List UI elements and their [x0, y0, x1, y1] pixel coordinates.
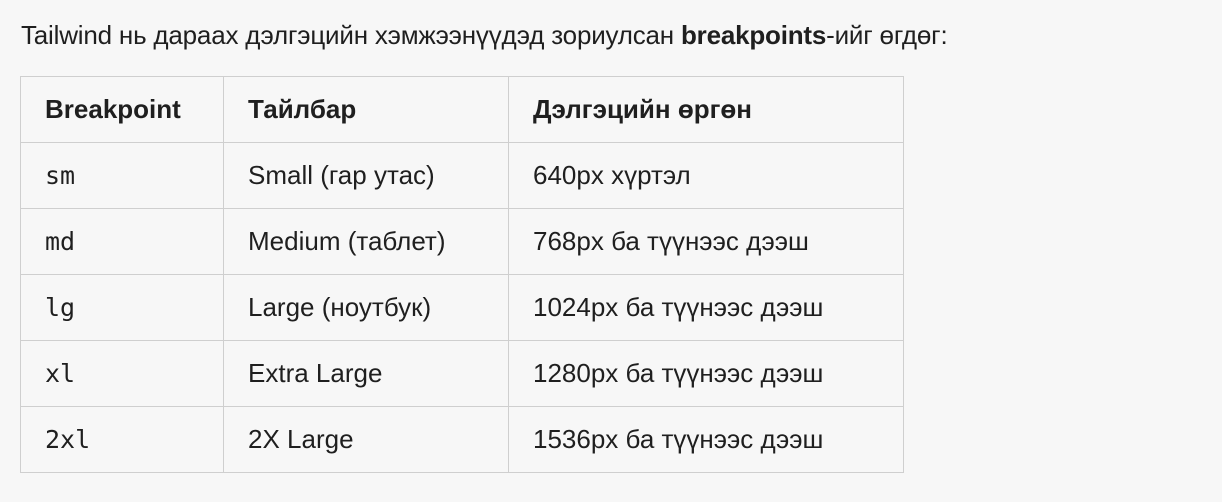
table-row: sm Small (гар утас) 640px хүртэл: [20, 142, 904, 209]
header-breakpoint: Breakpoint: [20, 76, 224, 143]
table-row: lg Large (ноутбук) 1024px ба түүнээс дээ…: [20, 274, 904, 341]
table-head: Breakpoint Тайлбар Дэлгэцийн өргөн: [20, 76, 904, 143]
table-row: md Medium (таблет) 768px ба түүнээс дээш: [20, 208, 904, 275]
table-row: xl Extra Large 1280px ба түүнээс дээш: [20, 340, 904, 407]
intro-paragraph: Tailwind нь дараах дэлгэцийн хэмжээнүүдэ…: [21, 15, 948, 55]
intro-strong-term: breakpoints: [680, 20, 827, 50]
breakpoint-cell: md: [20, 208, 224, 275]
breakpoints-table: Breakpoint Тайлбар Дэлгэцийн өргөн sm Sm…: [20, 76, 904, 473]
table-row: 2xl 2X Large 1536px ба түүнээс дээш: [20, 406, 904, 473]
description-cell: Medium (таблет): [223, 208, 509, 275]
table-header-row: Breakpoint Тайлбар Дэлгэцийн өргөн: [20, 76, 904, 143]
width-cell: 1024px ба түүнээс дээш: [508, 274, 904, 341]
width-cell: 640px хүртэл: [508, 142, 904, 209]
description-cell: Large (ноутбук): [223, 274, 509, 341]
breakpoint-cell: sm: [20, 142, 224, 209]
table-body: sm Small (гар утас) 640px хүртэл md Medi…: [20, 142, 904, 473]
width-cell: 1280px ба түүнээс дээш: [508, 340, 904, 407]
header-description: Тайлбар: [223, 76, 509, 143]
breakpoint-cell: lg: [20, 274, 224, 341]
breakpoint-cell: xl: [20, 340, 224, 407]
intro-text-before: Tailwind нь дараах дэлгэцийн хэмжээнүүдэ…: [21, 20, 681, 50]
width-cell: 768px ба түүнээс дээш: [508, 208, 904, 275]
breakpoint-cell: 2xl: [20, 406, 224, 473]
width-cell: 1536px ба түүнээс дээш: [508, 406, 904, 473]
description-cell: Small (гар утас): [223, 142, 509, 209]
description-cell: 2X Large: [223, 406, 509, 473]
intro-text-after: -ийг өгдөг:: [826, 20, 948, 50]
description-cell: Extra Large: [223, 340, 509, 407]
header-screen-width: Дэлгэцийн өргөн: [508, 76, 904, 143]
